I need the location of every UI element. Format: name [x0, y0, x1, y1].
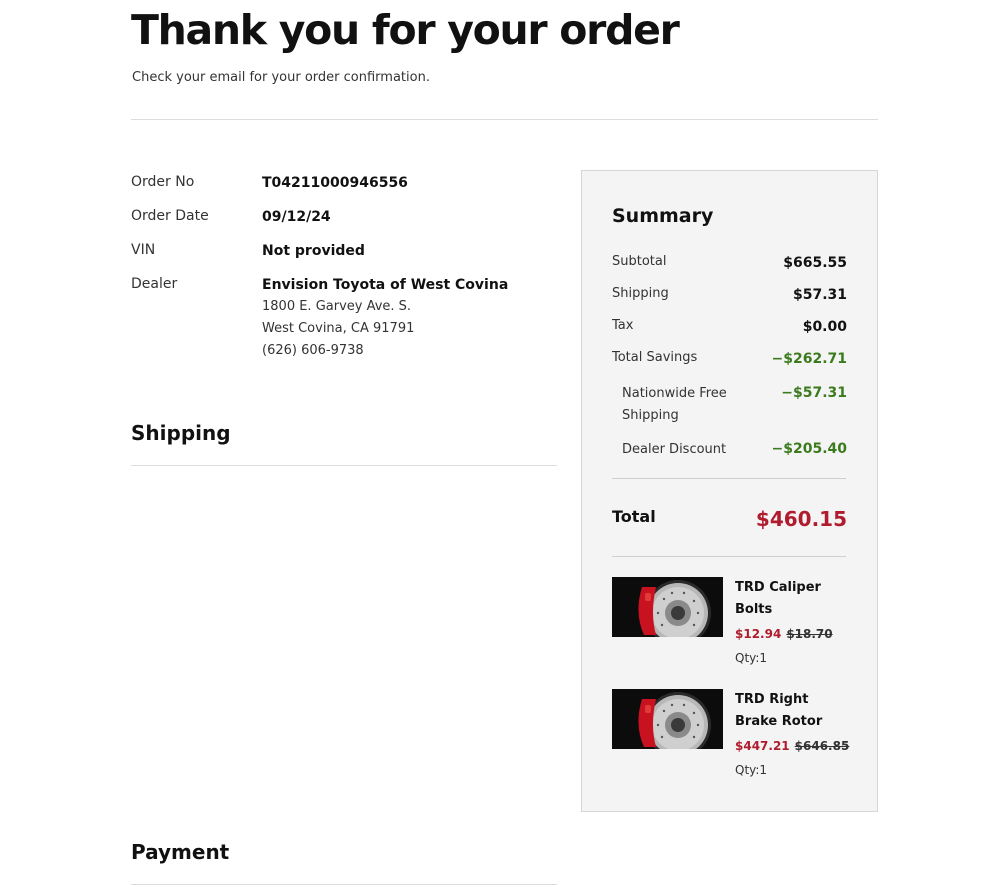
tax-label: Tax [612, 318, 634, 333]
dealer-discount-value: −$205.40 [771, 441, 848, 457]
item-name[interactable]: TRD Caliper Bolts [735, 577, 850, 621]
shipping-cost-label: Shipping [612, 286, 669, 301]
dealer-phone: (626) 606-9738 [262, 343, 364, 358]
order-no-label: Order No [131, 174, 195, 190]
page-subtitle: Check your email for your order confirma… [132, 70, 430, 85]
summary-title: Summary [612, 205, 714, 227]
dealer-discount-label: Dealer Discount [622, 442, 727, 457]
summary-divider-1 [612, 478, 846, 479]
total-savings-value: −$262.71 [771, 351, 848, 367]
summary-divider-2 [612, 556, 846, 557]
dealer-name: Envision Toyota of West Covina [262, 277, 509, 293]
brake-rotor-image[interactable] [612, 577, 723, 637]
vin-value: Not provided [262, 243, 365, 259]
order-no-value: T04211000946556 [262, 175, 408, 191]
dealer-address-line-2: West Covina, CA 91791 [262, 321, 415, 336]
tax-value: $0.00 [802, 319, 847, 335]
item-sale-price: $12.94 [735, 627, 782, 641]
item-original-price: $646.85 [794, 739, 850, 753]
page-title: Thank you for your order [131, 6, 680, 54]
item-name[interactable]: TRD Right Brake Rotor [735, 689, 850, 733]
shipping-divider [131, 465, 557, 466]
payment-heading: Payment [131, 840, 230, 864]
order-date-value: 09/12/24 [262, 209, 331, 225]
order-date-label: Order Date [131, 208, 209, 224]
header-divider [131, 119, 878, 120]
total-value: $460.15 [755, 507, 847, 531]
total-label: Total [612, 507, 656, 526]
item-price: $12.94 $18.70 [735, 625, 833, 643]
subtotal-label: Subtotal [612, 254, 667, 269]
item-price: $447.21 $646.85 [735, 737, 849, 755]
shipping-heading: Shipping [131, 421, 231, 445]
dealer-address-line-1: 1800 E. Garvey Ave. S. [262, 299, 412, 314]
total-savings-label: Total Savings [612, 350, 698, 365]
free-shipping-value: −$57.31 [781, 385, 847, 401]
dealer-label: Dealer [131, 276, 178, 292]
item-original-price: $18.70 [786, 627, 833, 641]
free-shipping-label: Nationwide Free Shipping [622, 386, 727, 423]
item-quantity: Qty:1 [735, 651, 768, 665]
vin-label: VIN [131, 242, 156, 258]
payment-divider [131, 884, 557, 885]
subtotal-value: $665.55 [783, 255, 847, 271]
shipping-cost-value: $57.31 [792, 287, 847, 303]
item-quantity: Qty:1 [735, 763, 768, 777]
item-sale-price: $447.21 [735, 739, 790, 753]
brake-rotor-icon [612, 689, 723, 749]
brake-rotor-image[interactable] [612, 689, 723, 749]
brake-rotor-icon [612, 577, 723, 637]
